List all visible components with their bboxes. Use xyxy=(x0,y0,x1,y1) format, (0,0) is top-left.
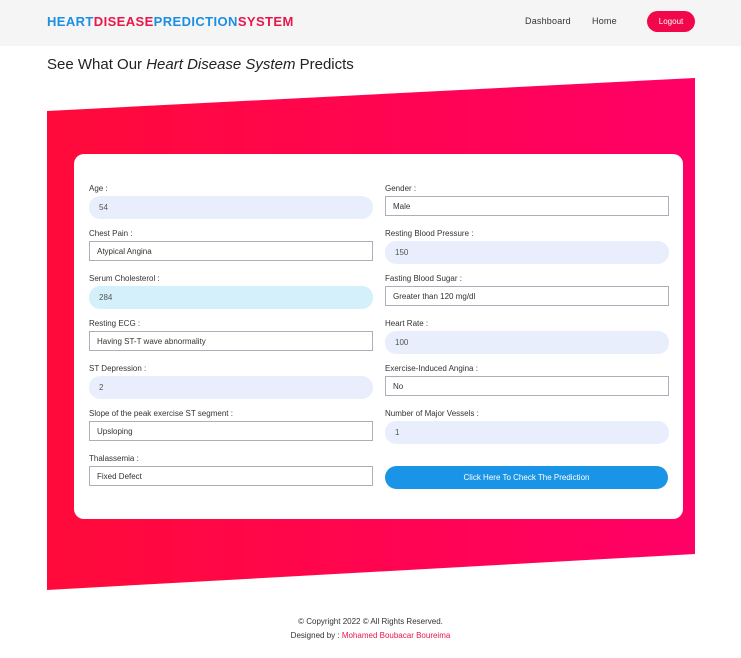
fasting-sugar-select[interactable]: Greater than 120 mg/dl xyxy=(385,286,669,306)
st-depression-label: ST Depression : xyxy=(89,364,147,373)
cholesterol-label: Serum Cholesterol : xyxy=(89,274,160,283)
cholesterol-input[interactable]: 284 xyxy=(89,286,373,309)
thalassemia-label: Thalassemia : xyxy=(89,454,139,463)
logout-button[interactable]: Logout xyxy=(647,11,695,32)
vessels-label: Number of Major Vessels : xyxy=(385,409,479,418)
heading-prefix: See What Our xyxy=(47,56,147,73)
slope-select[interactable]: Upsloping xyxy=(89,421,373,441)
fasting-sugar-label: Fasting Blood Sugar : xyxy=(385,274,462,283)
resting-bp-input[interactable]: 150 xyxy=(385,241,669,264)
chest-pain-select[interactable]: Atypical Angina xyxy=(89,241,373,261)
brand-part-system: SYSTEM xyxy=(237,14,294,29)
heart-rate-input[interactable]: 100 xyxy=(385,331,669,354)
footer-author-link[interactable]: Mohamed Boubacar Boureima xyxy=(342,631,451,640)
check-prediction-button[interactable]: Click Here To Check The Prediction xyxy=(385,466,668,489)
age-input[interactable]: 54 xyxy=(89,196,373,219)
slope-label: Slope of the peak exercise ST segment : xyxy=(89,409,233,418)
brand-part-prediction: PREDICTION xyxy=(153,14,238,29)
vessels-input[interactable]: 1 xyxy=(385,421,669,444)
brand-part-heart: HEART xyxy=(47,14,94,29)
nav-link-dashboard[interactable]: Dashboard xyxy=(525,16,571,26)
resting-ecg-select[interactable]: Having ST-T wave abnormality xyxy=(89,331,373,351)
brand-logo[interactable]: HEARTDISEASEPREDICTIONSYSTEM xyxy=(47,14,294,29)
gender-label: Gender : xyxy=(385,184,417,193)
footer-designed-by: Designed by : xyxy=(290,631,342,640)
brand-part-disease: DISEASE xyxy=(93,14,154,29)
thalassemia-select[interactable]: Fixed Defect xyxy=(89,466,373,486)
navbar: HEARTDISEASEPREDICTIONSYSTEM Dashboard H… xyxy=(0,0,741,46)
age-label: Age : xyxy=(89,184,108,193)
angina-label: Exercise-Induced Angina : xyxy=(385,364,478,373)
resting-ecg-label: Resting ECG : xyxy=(89,319,141,328)
heading-emphasis: Heart Disease System xyxy=(146,56,296,73)
page-heading: See What Our Heart Disease System Predic… xyxy=(47,56,354,73)
heart-rate-label: Heart Rate : xyxy=(385,319,429,328)
angina-select[interactable]: No xyxy=(385,376,669,396)
footer-copyright: © Copyright 2022 © All Rights Reserved. xyxy=(298,617,443,626)
resting-bp-label: Resting Blood Pressure : xyxy=(385,229,474,238)
gender-select[interactable]: Male xyxy=(385,196,669,216)
heading-suffix: Predicts xyxy=(295,56,354,73)
nav-link-home[interactable]: Home xyxy=(592,16,617,26)
footer-credits: Designed by : Mohamed Boubacar Boureima xyxy=(0,631,741,640)
chest-pain-label: Chest Pain : xyxy=(89,229,133,238)
st-depression-input[interactable]: 2 xyxy=(89,376,373,399)
